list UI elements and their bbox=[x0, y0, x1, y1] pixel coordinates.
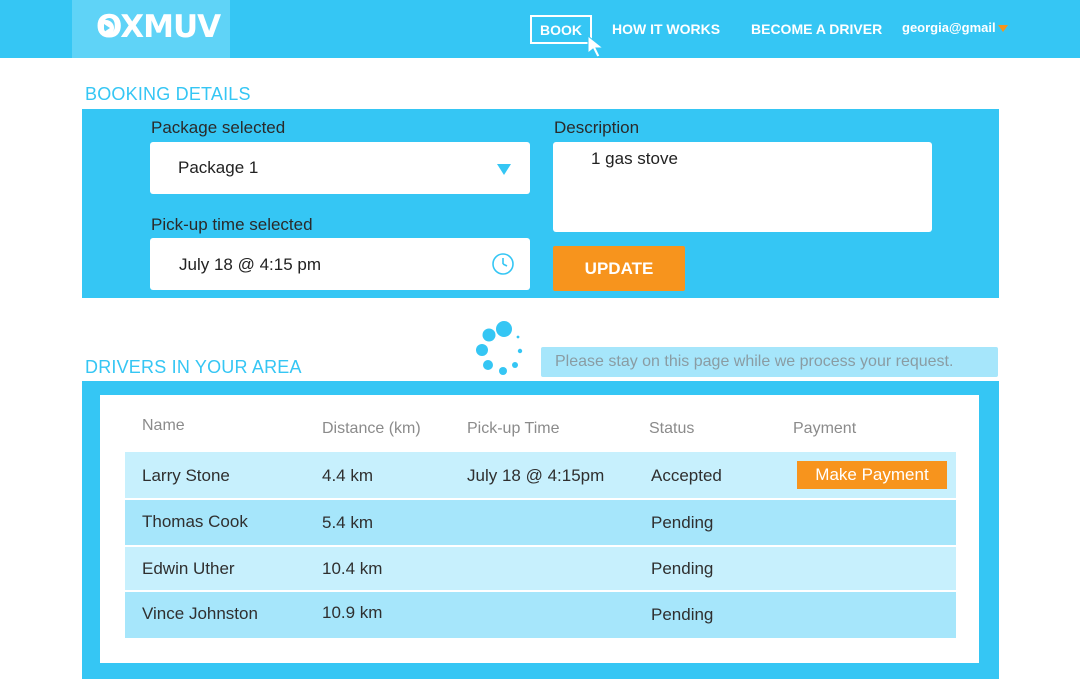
processing-notice-text: Please stay on this page while we proces… bbox=[555, 353, 954, 370]
caret-down-icon[interactable] bbox=[998, 25, 1008, 32]
make-payment-button[interactable]: Make Payment bbox=[797, 461, 947, 489]
driver-pickup-time: July 18 @ 4:15pm bbox=[467, 466, 605, 485]
booking-details-title: BOOKING DETAILS bbox=[85, 84, 251, 104]
user-menu[interactable]: georgia@gmail bbox=[902, 20, 996, 35]
driver-status: Pending bbox=[651, 513, 714, 532]
processing-notice: Please stay on this page while we proces… bbox=[541, 347, 998, 377]
chevron-down-icon[interactable] bbox=[497, 164, 511, 175]
driver-name: Larry Stone bbox=[142, 466, 230, 485]
package-label: Package selected bbox=[151, 118, 286, 137]
driver-name: Thomas Cook bbox=[142, 512, 248, 531]
description-label: Description bbox=[554, 118, 640, 137]
driver-status: Pending bbox=[651, 605, 714, 624]
loading-spinner-icon bbox=[476, 321, 523, 375]
table-row[interactable] bbox=[125, 500, 956, 545]
column-header-name: Name bbox=[142, 417, 185, 434]
drivers-title: DRIVERS IN YOUR AREA bbox=[85, 357, 302, 377]
driver-status: Pending bbox=[651, 559, 714, 578]
package-value: Package 1 bbox=[178, 158, 259, 177]
driver-distance: 5.4 km bbox=[322, 513, 374, 532]
driver-distance: 10.4 km bbox=[322, 559, 383, 578]
update-button[interactable]: UPDATE bbox=[553, 246, 685, 291]
nav-book-label: BOOK bbox=[540, 22, 582, 38]
nav-how-it-works[interactable]: HOW IT WORKS bbox=[612, 21, 720, 37]
column-header-distance: Distance (km) bbox=[322, 420, 421, 437]
mouse-pointer-icon bbox=[587, 35, 605, 58]
column-header-status: Status bbox=[649, 420, 695, 437]
pickup-label: Pick-up time selected bbox=[151, 215, 313, 234]
description-value: 1 gas stove bbox=[591, 149, 678, 168]
column-header-pickup: Pick-up Time bbox=[467, 420, 560, 437]
driver-name: Vince Johnston bbox=[142, 604, 258, 623]
table-row[interactable] bbox=[125, 547, 956, 590]
driver-distance: 4.4 km bbox=[322, 466, 374, 485]
driver-name: Edwin Uther bbox=[142, 559, 235, 578]
column-header-payment: Payment bbox=[793, 420, 857, 437]
clock-icon[interactable] bbox=[491, 252, 515, 276]
nav-book[interactable]: BOOK bbox=[530, 15, 592, 44]
pickup-value: July 18 @ 4:15 pm bbox=[179, 255, 321, 274]
nav-become-driver[interactable]: BECOME A DRIVER bbox=[751, 21, 882, 37]
logo-text: OXMUV bbox=[96, 9, 221, 45]
driver-status: Accepted bbox=[651, 466, 722, 485]
driver-distance: 10.9 km bbox=[322, 603, 383, 622]
